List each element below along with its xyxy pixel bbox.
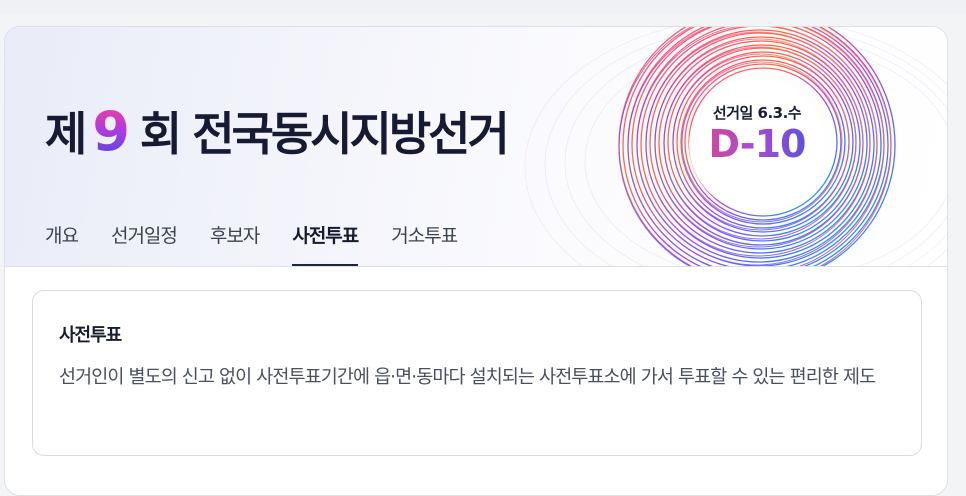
info-description: 선거인이 별도의 신고 없이 사전투표기간에 읍·면·동마다 설치되는 사전투표… bbox=[59, 367, 876, 388]
tab-schedule[interactable]: 선거일정 bbox=[111, 205, 178, 267]
divider bbox=[5, 266, 947, 267]
dday-countdown: D-10 bbox=[691, 122, 823, 166]
election-card: 제 9 회 전국동시지방선거 선거일 6.3.수 D-10 개요 선거일정 후보… bbox=[4, 26, 948, 496]
tab-bar: 개요 선거일정 후보자 사전투표 거소투표 bbox=[45, 205, 490, 267]
hero-banner: 제 9 회 전국동시지방선거 선거일 6.3.수 D-10 개요 선거일정 후보… bbox=[5, 27, 947, 267]
info-title: 사전투표 bbox=[59, 325, 122, 346]
info-box: 사전투표 선거인이 별도의 신고 없이 사전투표기간에 읍·면·동마다 설치되는… bbox=[32, 290, 922, 456]
dday-badge: 선거일 6.3.수 D-10 bbox=[691, 80, 823, 210]
tab-early-voting[interactable]: 사전투표 bbox=[292, 205, 359, 267]
election-date: 선거일 6.3.수 bbox=[712, 104, 802, 122]
tab-candidates[interactable]: 후보자 bbox=[210, 205, 260, 267]
title-prefix: 제 bbox=[45, 107, 87, 161]
tab-overview[interactable]: 개요 bbox=[45, 205, 79, 267]
tab-absentee-voting[interactable]: 거소투표 bbox=[391, 205, 458, 267]
title-number: 9 bbox=[92, 99, 130, 163]
page-title: 제 9 회 전국동시지방선거 bbox=[45, 97, 510, 165]
title-suffix: 회 전국동시지방선거 bbox=[139, 107, 510, 161]
top-strip bbox=[0, 0, 966, 14]
